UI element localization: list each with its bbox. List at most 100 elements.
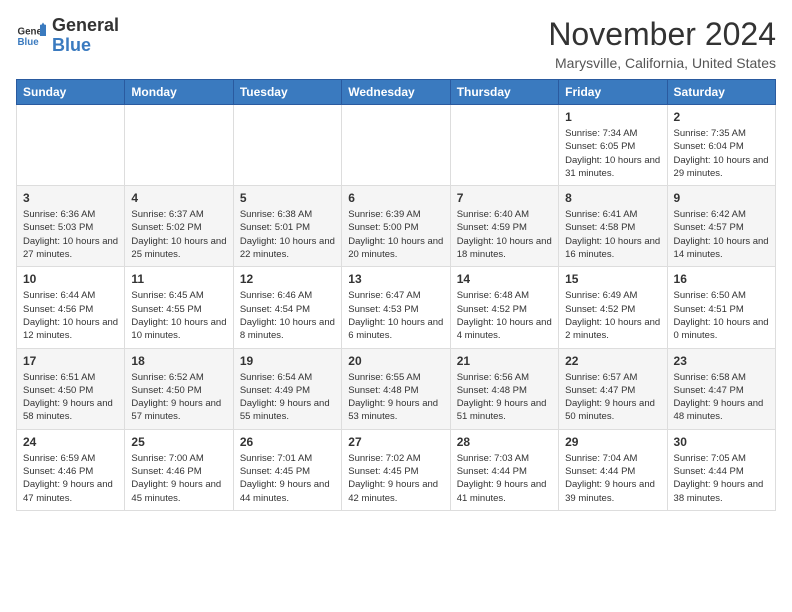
day-info: Sunrise: 6:37 AM Sunset: 5:02 PM Dayligh… [131, 208, 226, 261]
day-info: Sunrise: 6:45 AM Sunset: 4:55 PM Dayligh… [131, 289, 226, 342]
day-number: 24 [23, 435, 118, 449]
day-info: Sunrise: 6:39 AM Sunset: 5:00 PM Dayligh… [348, 208, 443, 261]
day-info: Sunrise: 7:02 AM Sunset: 4:45 PM Dayligh… [348, 452, 443, 505]
day-number: 28 [457, 435, 552, 449]
logo-blue: Blue [52, 35, 91, 55]
day-info: Sunrise: 6:44 AM Sunset: 4:56 PM Dayligh… [23, 289, 118, 342]
day-number: 25 [131, 435, 226, 449]
day-number: 27 [348, 435, 443, 449]
day-info: Sunrise: 7:05 AM Sunset: 4:44 PM Dayligh… [674, 452, 769, 505]
day-number: 29 [565, 435, 660, 449]
day-info: Sunrise: 7:01 AM Sunset: 4:45 PM Dayligh… [240, 452, 335, 505]
day-info: Sunrise: 7:03 AM Sunset: 4:44 PM Dayligh… [457, 452, 552, 505]
month-title: November 2024 [548, 16, 776, 53]
day-info: Sunrise: 6:55 AM Sunset: 4:48 PM Dayligh… [348, 371, 443, 424]
day-info: Sunrise: 6:46 AM Sunset: 4:54 PM Dayligh… [240, 289, 335, 342]
calendar-cell: 17 Sunrise: 6:51 AM Sunset: 4:50 PM Dayli… [17, 348, 125, 429]
day-info: Sunrise: 7:34 AM Sunset: 6:05 PM Dayligh… [565, 127, 660, 180]
day-header-saturday: Saturday [667, 80, 775, 105]
day-info: Sunrise: 6:50 AM Sunset: 4:51 PM Dayligh… [674, 289, 769, 342]
calendar-cell: 11 Sunrise: 6:45 AM Sunset: 4:55 PM Dayli… [125, 267, 233, 348]
day-number: 22 [565, 354, 660, 368]
calendar-cell: 16 Sunrise: 6:50 AM Sunset: 4:51 PM Dayli… [667, 267, 775, 348]
calendar-cell: 22 Sunrise: 6:57 AM Sunset: 4:47 PM Dayli… [559, 348, 667, 429]
day-number: 19 [240, 354, 335, 368]
calendar-cell: 3Sunrise: 6:36 AM Sunset: 5:03 PM Daylig… [17, 186, 125, 267]
calendar-cell: 19 Sunrise: 6:54 AM Sunset: 4:49 PM Dayli… [233, 348, 341, 429]
day-info: Sunrise: 6:58 AM Sunset: 4:47 PM Dayligh… [674, 371, 769, 424]
calendar-cell: 14Sunrise: 6:48 AM Sunset: 4:52 PM Dayli… [450, 267, 558, 348]
svg-text:Blue: Blue [18, 37, 40, 48]
day-info: Sunrise: 7:35 AM Sunset: 6:04 PM Dayligh… [674, 127, 769, 180]
calendar-cell: 1 Sunrise: 7:34 AM Sunset: 6:05 PM Daylig… [559, 105, 667, 186]
logo-general: General [52, 15, 119, 35]
calendar-cell: 7Sunrise: 6:40 AM Sunset: 4:59 PM Daylig… [450, 186, 558, 267]
day-info: Sunrise: 6:41 AM Sunset: 4:58 PM Dayligh… [565, 208, 660, 261]
day-number: 4 [131, 191, 226, 205]
day-number: 14 [457, 272, 552, 286]
day-number: 1 [565, 110, 660, 124]
calendar-cell: 28 Sunrise: 7:03 AM Sunset: 4:44 PM Dayli… [450, 429, 558, 510]
day-number: 13 [348, 272, 443, 286]
day-info: Sunrise: 6:47 AM Sunset: 4:53 PM Dayligh… [348, 289, 443, 342]
calendar-cell [233, 105, 341, 186]
day-info: Sunrise: 6:38 AM Sunset: 5:01 PM Dayligh… [240, 208, 335, 261]
calendar-cell: 26 Sunrise: 7:01 AM Sunset: 4:45 PM Dayli… [233, 429, 341, 510]
calendar-cell: 6 Sunrise: 6:39 AM Sunset: 5:00 PM Daylig… [342, 186, 450, 267]
day-number: 11 [131, 272, 226, 286]
day-number: 7 [457, 191, 552, 205]
day-info: Sunrise: 7:04 AM Sunset: 4:44 PM Dayligh… [565, 452, 660, 505]
day-info: Sunrise: 6:42 AM Sunset: 4:57 PM Dayligh… [674, 208, 769, 261]
day-number: 21 [457, 354, 552, 368]
calendar-cell: 2Sunrise: 7:35 AM Sunset: 6:04 PM Daylig… [667, 105, 775, 186]
day-number: 8 [565, 191, 660, 205]
day-number: 18 [131, 354, 226, 368]
day-header-friday: Friday [559, 80, 667, 105]
day-info: Sunrise: 6:54 AM Sunset: 4:49 PM Dayligh… [240, 371, 335, 424]
page-header: General Blue General Blue November 2024 … [16, 16, 776, 71]
day-header-sunday: Sunday [17, 80, 125, 105]
day-info: Sunrise: 6:59 AM Sunset: 4:46 PM Dayligh… [23, 452, 118, 505]
calendar-header-row: SundayMondayTuesdayWednesdayThursdayFrid… [17, 80, 776, 105]
calendar-cell: 12Sunrise: 6:46 AM Sunset: 4:54 PM Dayli… [233, 267, 341, 348]
calendar-table: SundayMondayTuesdayWednesdayThursdayFrid… [16, 79, 776, 511]
day-info: Sunrise: 6:36 AM Sunset: 5:03 PM Dayligh… [23, 208, 118, 261]
day-info: Sunrise: 7:00 AM Sunset: 4:46 PM Dayligh… [131, 452, 226, 505]
calendar-cell: 5Sunrise: 6:38 AM Sunset: 5:01 PM Daylig… [233, 186, 341, 267]
calendar-week-4: 24 Sunrise: 6:59 AM Sunset: 4:46 PM Dayli… [17, 429, 776, 510]
day-info: Sunrise: 6:57 AM Sunset: 4:47 PM Dayligh… [565, 371, 660, 424]
day-number: 6 [348, 191, 443, 205]
day-number: 15 [565, 272, 660, 286]
logo-text: General Blue [52, 16, 119, 56]
day-info: Sunrise: 6:49 AM Sunset: 4:52 PM Dayligh… [565, 289, 660, 342]
day-number: 17 [23, 354, 118, 368]
calendar-cell: 15 Sunrise: 6:49 AM Sunset: 4:52 PM Dayli… [559, 267, 667, 348]
day-number: 16 [674, 272, 769, 286]
day-number: 20 [348, 354, 443, 368]
calendar-cell: 24 Sunrise: 6:59 AM Sunset: 4:46 PM Dayli… [17, 429, 125, 510]
calendar-cell: 13 Sunrise: 6:47 AM Sunset: 4:53 PM Dayli… [342, 267, 450, 348]
calendar-week-2: 10 Sunrise: 6:44 AM Sunset: 4:56 PM Dayli… [17, 267, 776, 348]
calendar-week-0: 1 Sunrise: 7:34 AM Sunset: 6:05 PM Daylig… [17, 105, 776, 186]
calendar-cell [17, 105, 125, 186]
day-number: 9 [674, 191, 769, 205]
calendar-cell [125, 105, 233, 186]
calendar-cell: 27 Sunrise: 7:02 AM Sunset: 4:45 PM Dayli… [342, 429, 450, 510]
day-info: Sunrise: 6:52 AM Sunset: 4:50 PM Dayligh… [131, 371, 226, 424]
calendar-cell [450, 105, 558, 186]
day-number: 10 [23, 272, 118, 286]
day-number: 26 [240, 435, 335, 449]
calendar-cell: 30Sunrise: 7:05 AM Sunset: 4:44 PM Dayli… [667, 429, 775, 510]
calendar-cell: 23Sunrise: 6:58 AM Sunset: 4:47 PM Dayli… [667, 348, 775, 429]
title-area: November 2024 Marysville, California, Un… [548, 16, 776, 71]
day-info: Sunrise: 6:56 AM Sunset: 4:48 PM Dayligh… [457, 371, 552, 424]
calendar-cell: 21 Sunrise: 6:56 AM Sunset: 4:48 PM Dayli… [450, 348, 558, 429]
calendar-cell: 9 Sunrise: 6:42 AM Sunset: 4:57 PM Daylig… [667, 186, 775, 267]
location-title: Marysville, California, United States [548, 55, 776, 71]
calendar-week-1: 3Sunrise: 6:36 AM Sunset: 5:03 PM Daylig… [17, 186, 776, 267]
day-info: Sunrise: 6:51 AM Sunset: 4:50 PM Dayligh… [23, 371, 118, 424]
calendar-cell: 4 Sunrise: 6:37 AM Sunset: 5:02 PM Daylig… [125, 186, 233, 267]
calendar-cell: 18 Sunrise: 6:52 AM Sunset: 4:50 PM Dayli… [125, 348, 233, 429]
calendar-cell: 29 Sunrise: 7:04 AM Sunset: 4:44 PM Dayli… [559, 429, 667, 510]
day-header-monday: Monday [125, 80, 233, 105]
